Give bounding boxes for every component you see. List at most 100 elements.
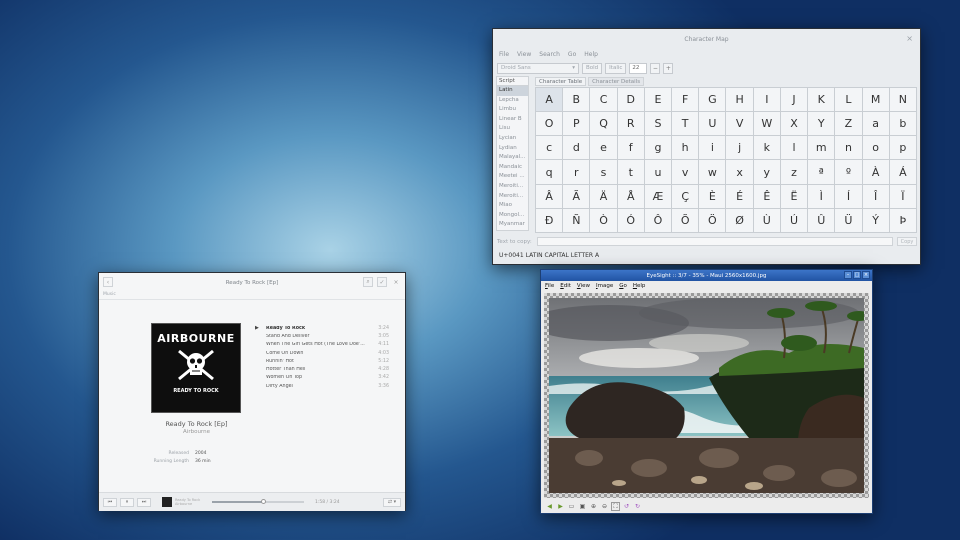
fullscreen-icon[interactable]: ⛶ <box>611 502 620 511</box>
char-cell[interactable]: Ð <box>536 208 563 232</box>
char-cell[interactable]: Æ <box>644 184 672 208</box>
char-cell[interactable]: É <box>726 184 753 208</box>
zoom-in-icon[interactable]: ⊕ <box>589 502 598 511</box>
pause-icon[interactable]: ⏸ <box>120 497 134 507</box>
char-cell[interactable]: c <box>536 136 563 160</box>
char-cell[interactable]: L <box>835 88 862 112</box>
char-cell[interactable]: d <box>563 136 590 160</box>
script-item[interactable]: Mongol... <box>497 211 528 221</box>
progress-knob[interactable] <box>260 499 266 504</box>
size-increase-button[interactable]: + <box>663 62 674 74</box>
char-cell[interactable]: l <box>780 136 808 160</box>
char-cell[interactable]: j <box>726 136 753 160</box>
char-cell[interactable]: u <box>644 160 672 184</box>
menu-file[interactable]: File <box>545 283 554 289</box>
rotate-left-icon[interactable]: ↺ <box>622 502 631 511</box>
char-cell[interactable]: È <box>699 184 726 208</box>
char-cell[interactable]: Ë <box>780 184 808 208</box>
char-cell[interactable]: Ø <box>726 208 753 232</box>
char-cell[interactable]: Â <box>536 184 563 208</box>
char-cell[interactable]: W <box>753 112 780 136</box>
menu-help[interactable]: Help <box>633 283 646 289</box>
rotate-right-icon[interactable]: ↻ <box>633 502 642 511</box>
char-cell[interactable]: Þ <box>889 208 916 232</box>
char-cell[interactable]: R <box>617 112 644 136</box>
char-cell[interactable]: h <box>672 136 699 160</box>
char-cell[interactable]: x <box>726 160 753 184</box>
char-cell[interactable]: Z <box>835 112 862 136</box>
char-cell[interactable]: Y <box>808 112 835 136</box>
previous-icon[interactable]: ⏮ <box>103 497 117 507</box>
size-decrease-button[interactable]: − <box>650 62 661 74</box>
char-cell[interactable]: Ù <box>753 208 780 232</box>
char-cell[interactable]: r <box>563 160 590 184</box>
char-cell[interactable]: P <box>563 112 590 136</box>
char-cell[interactable]: y <box>753 160 780 184</box>
char-cell[interactable]: E <box>644 88 672 112</box>
menu-help[interactable]: Help <box>584 51 598 58</box>
script-item[interactable]: Meroiti... <box>497 192 528 202</box>
script-item[interactable]: Limbu <box>497 105 528 115</box>
maximize-icon[interactable]: □ <box>853 271 861 279</box>
charmap-titlebar[interactable]: Character Map × <box>493 29 920 49</box>
char-cell[interactable]: H <box>726 88 753 112</box>
char-cell[interactable]: i <box>699 136 726 160</box>
menu-search[interactable]: Search <box>539 51 560 58</box>
char-cell[interactable]: m <box>808 136 835 160</box>
char-cell[interactable]: Á <box>889 160 916 184</box>
script-item[interactable]: Mandaic <box>497 163 528 173</box>
char-cell[interactable]: Ú <box>780 208 808 232</box>
char-cell[interactable]: p <box>889 136 916 160</box>
track-row[interactable]: Runnin' Hot 5:12 <box>254 357 389 365</box>
char-cell[interactable]: n <box>835 136 862 160</box>
char-cell[interactable]: Ñ <box>563 208 590 232</box>
char-cell[interactable]: w <box>699 160 726 184</box>
next-image-icon[interactable]: ▶ <box>556 502 565 511</box>
close-icon[interactable]: × <box>906 34 913 43</box>
script-item[interactable]: Latin <box>497 86 528 96</box>
search-icon[interactable]: ⌕ <box>363 277 373 287</box>
font-size-input[interactable]: 22 <box>629 62 648 74</box>
char-cell[interactable]: Ü <box>835 208 862 232</box>
char-cell[interactable]: Å <box>617 184 644 208</box>
char-cell[interactable]: K <box>808 88 835 112</box>
char-cell[interactable]: Ì <box>808 184 835 208</box>
eyesight-titlebar[interactable]: EyeSight :: 3/7 - 35% - Maui 2560x1600.j… <box>541 270 872 281</box>
music-titlebar[interactable]: ‹ Ready To Rock [Ep] ⌕ ✓ × <box>99 273 405 292</box>
menu-edit[interactable]: Edit <box>560 283 571 289</box>
minimize-icon[interactable]: – <box>844 271 852 279</box>
char-cell[interactable]: Ç <box>672 184 699 208</box>
repeat-menu-icon[interactable]: ⇄ ▾ <box>383 497 401 507</box>
track-row[interactable]: Come On Down 4:03 <box>254 349 389 357</box>
char-cell[interactable]: S <box>644 112 672 136</box>
tab-character-table[interactable]: Character Table <box>535 77 587 86</box>
char-cell[interactable]: Q <box>590 112 617 136</box>
menu-go[interactable]: Go <box>568 51 576 58</box>
previous-image-icon[interactable]: ◀ <box>545 502 554 511</box>
script-item[interactable]: Miao <box>497 201 528 211</box>
script-item[interactable]: Meetei ... <box>497 172 528 182</box>
select-check-icon[interactable]: ✓ <box>377 277 387 287</box>
char-cell[interactable]: O <box>536 112 563 136</box>
char-cell[interactable]: v <box>672 160 699 184</box>
char-cell[interactable]: A <box>536 88 563 112</box>
char-cell[interactable]: Û <box>808 208 835 232</box>
menu-go[interactable]: Go <box>619 283 627 289</box>
next-icon[interactable]: ⏭ <box>137 497 151 507</box>
track-row[interactable]: When The Girl Gets Hot (The Love Doe'...… <box>254 341 389 349</box>
char-cell[interactable]: Õ <box>672 208 699 232</box>
char-cell[interactable]: º <box>835 160 862 184</box>
char-cell[interactable]: T <box>672 112 699 136</box>
char-cell[interactable]: Ê <box>753 184 780 208</box>
script-item[interactable]: Linear B <box>497 115 528 125</box>
char-cell[interactable]: q <box>536 160 563 184</box>
char-cell[interactable]: U <box>699 112 726 136</box>
close-icon[interactable]: × <box>862 271 870 279</box>
menu-image[interactable]: Image <box>596 283 613 289</box>
char-cell[interactable]: J <box>780 88 808 112</box>
char-cell[interactable]: Ã <box>563 184 590 208</box>
char-cell[interactable]: F <box>672 88 699 112</box>
char-cell[interactable]: N <box>889 88 916 112</box>
track-row[interactable]: Stand And Deliver 3:05 <box>254 332 389 340</box>
char-cell[interactable]: g <box>644 136 672 160</box>
